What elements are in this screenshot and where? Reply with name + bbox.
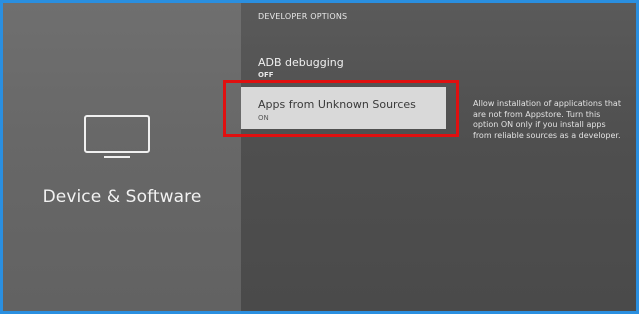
settings-panel — [241, 3, 636, 311]
category-title: Device & Software — [42, 187, 202, 207]
highlight-annotation-box — [223, 80, 459, 137]
menu-item-adb-debugging[interactable]: ADB debugging OFF — [241, 53, 446, 83]
menu-item-label: ADB debugging — [258, 56, 344, 69]
section-heading: DEVELOPER OPTIONS — [258, 12, 348, 21]
tv-screen: Device & Software DEVELOPER OPTIONS ADB … — [3, 3, 636, 311]
menu-item-value: OFF — [258, 71, 274, 79]
tv-icon — [84, 115, 150, 158]
help-description: Allow installation of applications that … — [473, 99, 621, 140]
